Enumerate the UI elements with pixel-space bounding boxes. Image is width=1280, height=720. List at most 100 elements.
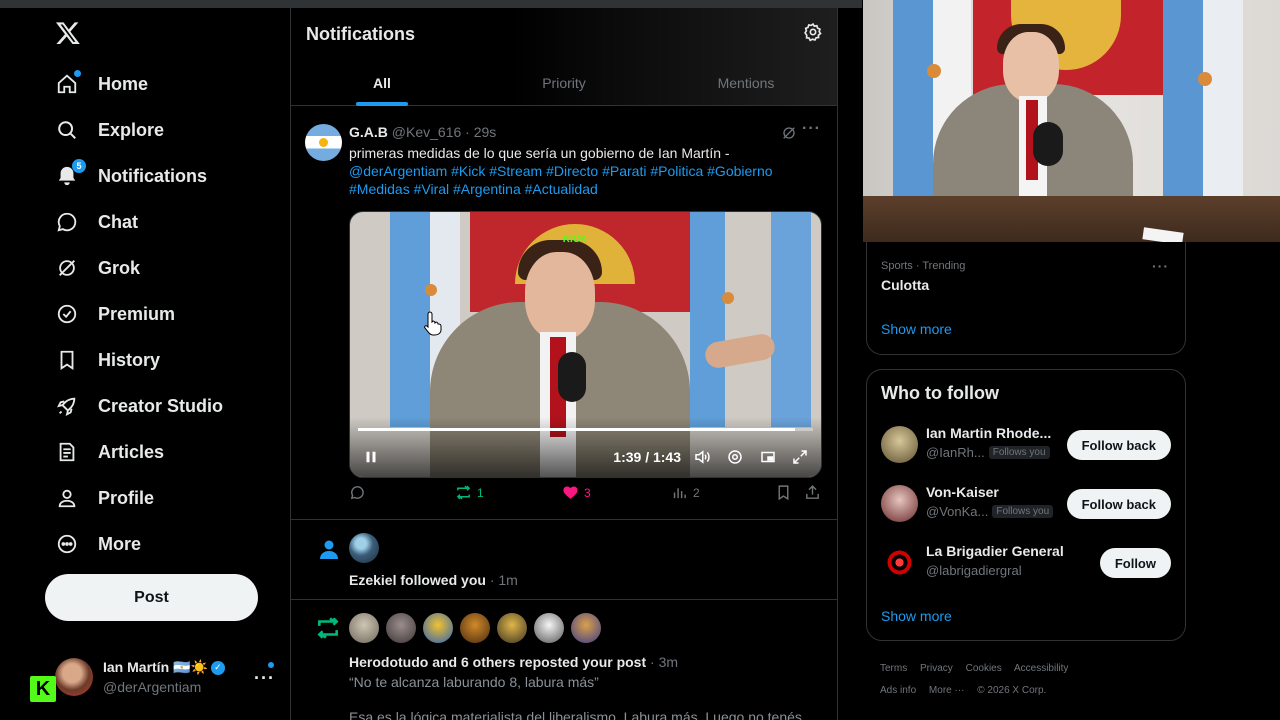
nav-item-premium[interactable]: Premium	[44, 291, 274, 337]
nav-item-history[interactable]: History	[44, 337, 274, 383]
fullscreen-icon[interactable]	[791, 448, 809, 466]
more-dots-icon[interactable]: ···	[1152, 258, 1169, 274]
follow-notification[interactable]: Ezekiel followed you · 1m	[291, 520, 837, 600]
follow-suggestion[interactable]: La Brigadier General @labrigadiergral Fo…	[867, 538, 1185, 588]
avatar[interactable]	[881, 544, 918, 581]
avatar[interactable]	[534, 613, 564, 643]
more-circle-icon	[56, 533, 78, 555]
picture-in-picture-icon[interactable]	[759, 448, 777, 466]
reply-button[interactable]	[349, 484, 371, 501]
nav-label: Notifications	[98, 165, 208, 186]
gear-icon[interactable]	[726, 448, 744, 466]
like-count: 3	[584, 485, 591, 500]
nav-item-explore[interactable]: Explore	[44, 107, 274, 153]
trend-name[interactable]: Culotta	[881, 277, 929, 293]
person-icon	[56, 487, 78, 509]
suggestion-name[interactable]: La Brigadier General	[926, 543, 1064, 559]
repost-time: · 3m	[646, 654, 679, 670]
footer-link-more[interactable]: More ···	[929, 685, 965, 696]
avatar[interactable]	[305, 124, 342, 161]
nav-label: Explore	[98, 119, 165, 140]
share-icon	[806, 485, 819, 499]
post-button[interactable]: Post	[45, 574, 258, 621]
nav-label: More	[98, 533, 142, 554]
kick-watermark: KICK	[562, 234, 588, 245]
mention-post[interactable]: G.A.B @Kev_616 · 29s ··· primeras medida…	[291, 106, 837, 520]
volume-icon[interactable]	[693, 448, 711, 466]
reposted-post-body: Esa es la lógica materialista del libera…	[349, 709, 802, 720]
nav-item-home[interactable]: Home	[44, 61, 274, 107]
footer-link-terms[interactable]: Terms	[880, 663, 907, 674]
avatar[interactable]	[349, 533, 379, 563]
post-time[interactable]: 29s	[474, 124, 497, 140]
who-to-follow-show-more-link[interactable]: Show more	[881, 608, 952, 624]
suggestion-handle: @labrigadiergral	[926, 563, 1022, 578]
avatar[interactable]	[423, 613, 453, 643]
who-to-follow-title: Who to follow	[881, 383, 999, 403]
account-switcher[interactable]: K Ian Martín 🇦🇷☀️ ✓ @derArgentiam ···	[28, 652, 278, 702]
avatar[interactable]	[349, 613, 379, 643]
tab-mentions[interactable]: Mentions	[655, 60, 837, 106]
follows-you-badge: Follows you	[992, 505, 1054, 518]
pause-icon[interactable]	[362, 448, 380, 466]
more-dots-icon[interactable]: ···	[802, 120, 821, 138]
follow-button[interactable]: Follow	[1099, 548, 1171, 578]
avatar[interactable]	[881, 485, 918, 522]
window-top-bar	[0, 0, 862, 8]
follower-name[interactable]: Ezekiel	[349, 572, 396, 588]
like-button[interactable]: 3	[562, 484, 591, 501]
post-author[interactable]: G.A.B	[349, 124, 388, 140]
avatar[interactable]	[460, 613, 490, 643]
x-logo-icon[interactable]	[55, 20, 81, 46]
nav-item-articles[interactable]: Articles	[44, 429, 274, 475]
more-dots-icon[interactable]: ···	[254, 668, 275, 689]
avatar[interactable]	[497, 613, 527, 643]
footer-link-ads-info[interactable]: Ads info	[880, 685, 916, 696]
video-frame	[771, 212, 811, 427]
avatar[interactable]	[571, 613, 601, 643]
grok-icon[interactable]	[781, 125, 797, 141]
post-hashtags[interactable]: @derArgentiam #Kick #Stream #Directo #Pa…	[349, 163, 773, 197]
footer-links: Terms Privacy Cookies Accessibility Ads …	[880, 658, 1180, 702]
avatar[interactable]	[881, 426, 918, 463]
follow-suggestion[interactable]: Von-Kaiser @VonKa... Follows you Follow …	[867, 479, 1185, 529]
follow-back-button[interactable]: Follow back	[1066, 430, 1171, 460]
video-progress-bar[interactable]	[358, 428, 813, 431]
trends-show-more-link[interactable]: Show more	[881, 321, 952, 337]
nav-item-chat[interactable]: Chat	[44, 199, 274, 245]
post-handle[interactable]: @Kev_616	[392, 124, 461, 140]
video-controls: 1:39 / 1:43	[350, 435, 821, 477]
post-actions: 1 3 2	[349, 484, 825, 508]
nav-item-creator-studio[interactable]: Creator Studio	[44, 383, 274, 429]
home-icon	[56, 70, 81, 95]
bookmark-button[interactable]	[775, 484, 792, 501]
footer-copyright: © 2026 X Corp.	[977, 685, 1047, 696]
repost-icon	[456, 485, 471, 500]
views-button[interactable]: 2	[671, 484, 700, 501]
tab-priority[interactable]: Priority	[473, 60, 655, 106]
reposter-avatars	[349, 613, 601, 643]
footer-link-accessibility[interactable]: Accessibility	[1014, 663, 1068, 674]
footer-link-privacy[interactable]: Privacy	[920, 663, 953, 674]
nav-item-more[interactable]: More	[44, 521, 274, 567]
suggestion-name[interactable]: Ian Martin Rhode...	[926, 425, 1051, 441]
left-sidebar: Home Explore 5 Notifications Chat Grok P…	[0, 8, 290, 720]
bell-icon: 5	[56, 159, 86, 187]
nav-item-grok[interactable]: Grok	[44, 245, 274, 291]
footer-link-cookies[interactable]: Cookies	[966, 663, 1002, 674]
nav-item-profile[interactable]: Profile	[44, 475, 274, 521]
repost-notification[interactable]: Herodotudo and 6 others reposted your po…	[291, 600, 837, 720]
repost-button[interactable]: 1	[455, 484, 484, 501]
tab-all[interactable]: All	[291, 60, 473, 106]
nav-item-notifications[interactable]: 5 Notifications	[44, 153, 274, 199]
follow-suggestion[interactable]: Ian Martin Rhode... @IanRh... Follows yo…	[867, 420, 1185, 470]
bookmark-icon	[56, 349, 78, 371]
video-player[interactable]: KICK 1:39 / 1:43	[349, 211, 822, 478]
follow-back-button[interactable]: Follow back	[1066, 489, 1171, 519]
gear-icon[interactable]	[803, 22, 823, 42]
share-button[interactable]	[804, 484, 821, 501]
suggestion-name[interactable]: Von-Kaiser	[926, 484, 999, 500]
nav-label: Profile	[98, 487, 155, 508]
reposters[interactable]: Herodotudo and 6 others reposted your po…	[349, 654, 646, 670]
avatar[interactable]	[386, 613, 416, 643]
